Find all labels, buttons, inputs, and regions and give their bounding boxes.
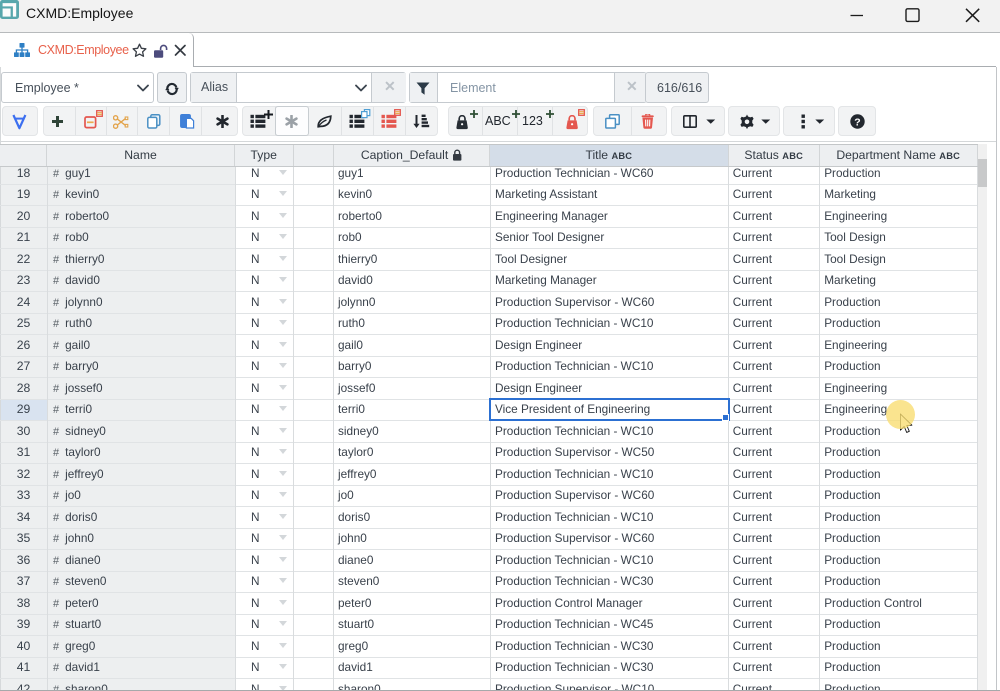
svg-text:?: ? [854,116,860,128]
